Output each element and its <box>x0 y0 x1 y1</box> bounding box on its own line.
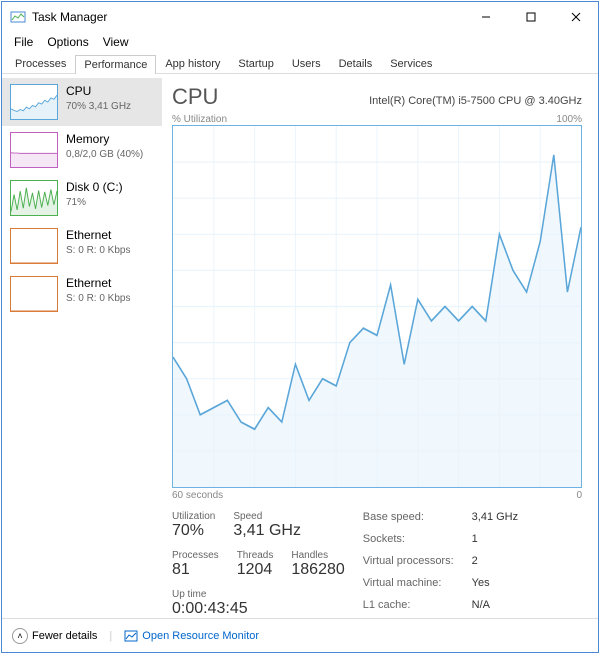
ethernet-minichart <box>10 228 58 264</box>
cpu-model: Intel(R) Core(TM) i5-7500 CPU @ 3.40GHz <box>369 95 582 107</box>
kv-val: 3,41 GHz <box>472 511 518 530</box>
stat-uptime: 0:00:43:45 <box>172 600 248 618</box>
tab-bar: Processes Performance App history Startu… <box>2 52 598 74</box>
menu-file[interactable]: File <box>8 35 39 49</box>
y-axis-max: 100% <box>556 114 582 125</box>
tab-startup[interactable]: Startup <box>229 54 282 73</box>
cpu-details: Base speed: 3,41 GHz Sockets: 1 Virtual pr… <box>363 511 518 618</box>
sidebar: CPU 70% 3,41 GHz Memory 0,8/2,0 GB (40%) <box>2 74 162 618</box>
stat-threads: 1204 <box>237 561 274 579</box>
tab-processes[interactable]: Processes <box>6 54 75 73</box>
kv-key: Sockets: <box>363 533 454 552</box>
stat-label: Speed <box>233 511 301 522</box>
maximize-button[interactable] <box>508 2 553 32</box>
kv-key: Virtual machine: <box>363 577 454 596</box>
sidebar-item-ethernet-1[interactable]: Ethernet S: 0 R: 0 Kbps <box>2 270 162 318</box>
sidebar-item-memory[interactable]: Memory 0,8/2,0 GB (40%) <box>2 126 162 174</box>
chevron-up-icon: ˄ <box>12 628 28 644</box>
sidebar-item-cpu[interactable]: CPU 70% 3,41 GHz <box>2 78 162 126</box>
sidebar-item-sub: S: 0 R: 0 Kbps <box>66 244 130 257</box>
menubar: File Options View <box>2 32 598 52</box>
sidebar-item-label: Ethernet <box>66 276 130 292</box>
kv-key: Base speed: <box>363 511 454 530</box>
kv-val: 1 <box>472 533 518 552</box>
stat-label: Up time <box>172 589 248 600</box>
window-frame: Task Manager File Options View Processes… <box>1 1 599 653</box>
disk-minichart <box>10 180 58 216</box>
titlebar[interactable]: Task Manager <box>2 2 598 32</box>
sidebar-item-label: Disk 0 (C:) <box>66 180 123 196</box>
resource-monitor-icon <box>124 629 138 643</box>
kv-val: 2 <box>472 555 518 574</box>
sidebar-item-sub: S: 0 R: 0 Kbps <box>66 292 130 305</box>
x-axis-left: 60 seconds <box>172 490 223 501</box>
ethernet-minichart <box>10 276 58 312</box>
sidebar-item-label: Memory <box>66 132 143 148</box>
y-axis-label: % Utilization <box>172 114 227 125</box>
kv-val: N/A <box>472 599 518 618</box>
sidebar-item-ethernet-0[interactable]: Ethernet S: 0 R: 0 Kbps <box>2 222 162 270</box>
memory-minichart <box>10 132 58 168</box>
menu-view[interactable]: View <box>97 35 135 49</box>
sidebar-item-sub: 71% <box>66 196 123 209</box>
sidebar-item-sub: 0,8/2,0 GB (40%) <box>66 148 143 161</box>
stat-label: Utilization <box>172 511 215 522</box>
minimize-button[interactable] <box>463 2 508 32</box>
close-button[interactable] <box>553 2 598 32</box>
stat-label: Threads <box>237 550 274 561</box>
stat-label: Handles <box>291 550 344 561</box>
window-title: Task Manager <box>32 10 463 24</box>
app-icon <box>10 9 26 25</box>
stat-label: Processes <box>172 550 219 561</box>
divider: | <box>109 630 112 642</box>
stat-speed: 3,41 GHz <box>233 522 301 540</box>
sidebar-item-label: Ethernet <box>66 228 130 244</box>
footer: ˄Fewer details | Open Resource Monitor <box>2 618 598 652</box>
fewer-details-button[interactable]: ˄Fewer details <box>12 628 97 644</box>
main-panel: CPU Intel(R) Core(TM) i5-7500 CPU @ 3.40… <box>162 74 598 618</box>
tab-performance[interactable]: Performance <box>75 55 156 74</box>
kv-val: Yes <box>472 577 518 596</box>
x-axis-right: 0 <box>576 490 582 501</box>
stat-handles: 186280 <box>291 561 344 579</box>
sidebar-item-sub: 70% 3,41 GHz <box>66 100 131 113</box>
cpu-chart <box>172 125 582 488</box>
page-title: CPU <box>172 84 218 110</box>
tab-details[interactable]: Details <box>330 54 382 73</box>
stat-processes: 81 <box>172 561 219 579</box>
tab-services[interactable]: Services <box>381 54 441 73</box>
stat-utilization: 70% <box>172 522 215 540</box>
menu-options[interactable]: Options <box>41 35 94 49</box>
kv-key: Virtual processors: <box>363 555 454 574</box>
tab-app-history[interactable]: App history <box>156 54 229 73</box>
sidebar-item-disk[interactable]: Disk 0 (C:) 71% <box>2 174 162 222</box>
sidebar-item-label: CPU <box>66 84 131 100</box>
kv-key: L1 cache: <box>363 599 454 618</box>
cpu-minichart <box>10 84 58 120</box>
tab-users[interactable]: Users <box>283 54 330 73</box>
open-resource-monitor-link[interactable]: Open Resource Monitor <box>124 629 259 643</box>
